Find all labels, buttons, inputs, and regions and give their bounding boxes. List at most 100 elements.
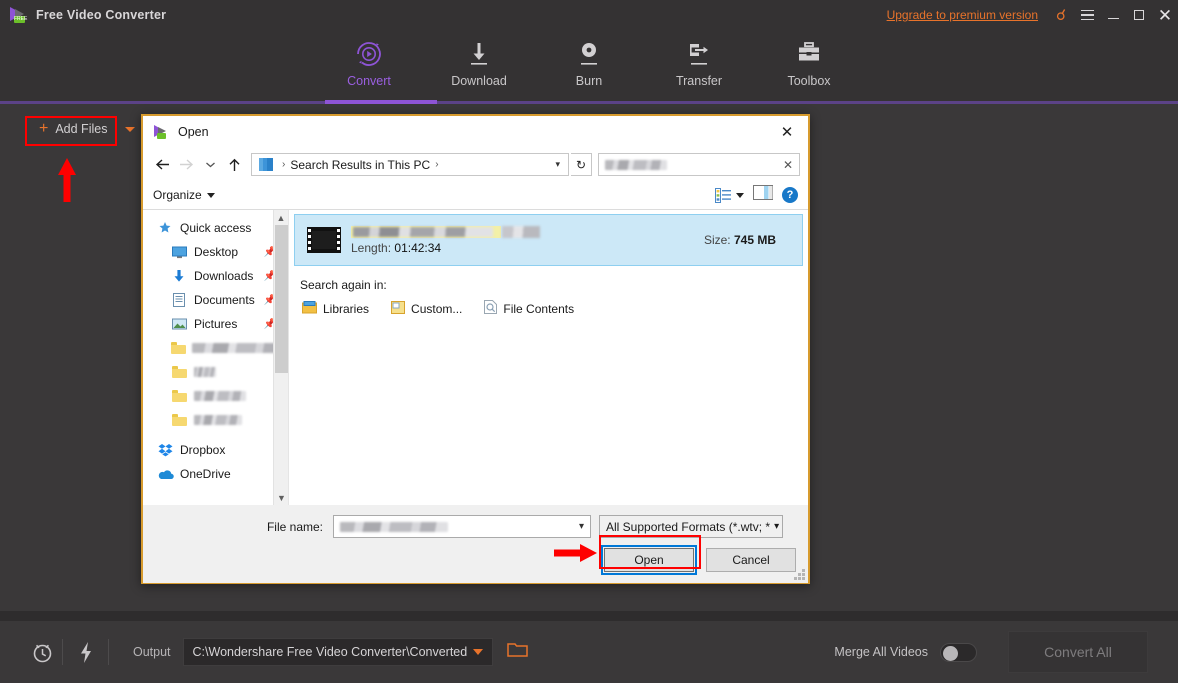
key-icon[interactable]: ☌: [1048, 2, 1074, 28]
minimize-button[interactable]: [1100, 2, 1126, 28]
folder-icon: [169, 366, 189, 378]
bottom-divider-2: [108, 639, 109, 665]
close-button[interactable]: ✕: [1152, 2, 1178, 28]
pin-star-icon: [155, 221, 175, 235]
view-options-button[interactable]: [715, 187, 744, 203]
sidebar-label: Dropbox: [180, 443, 226, 457]
recent-locations-button[interactable]: [199, 153, 221, 177]
preview-pane-icon: [753, 185, 773, 200]
merge-all-videos-toggle[interactable]: [940, 642, 977, 662]
address-bar[interactable]: › Search Results in This PC › ▾: [251, 153, 569, 176]
convert-all-button[interactable]: Convert All: [1008, 631, 1148, 673]
burn-icon: [574, 36, 604, 72]
breadcrumb-separator-2: ›: [435, 159, 439, 170]
sidebar-item-folder-4[interactable]: [143, 408, 288, 432]
preview-pane-button[interactable]: [753, 185, 773, 205]
file-length-value: 01:42:34: [394, 240, 442, 255]
search-again-label-text: Custom...: [411, 301, 463, 316]
dialog-title-bar: Open ✕: [143, 116, 808, 148]
file-type-filter-select[interactable]: All Supported Formats (*.wtv; * ▾: [599, 515, 783, 538]
address-chevron-down-icon[interactable]: ▾: [555, 159, 564, 170]
sidebar-label: Desktop: [194, 245, 239, 259]
nav-tab-burn[interactable]: Burn: [534, 30, 644, 88]
back-button[interactable]: [151, 153, 173, 177]
file-contents-icon: [484, 300, 498, 317]
output-path-value: C:\Wondershare Free Video Converter\Conv…: [192, 645, 468, 659]
open-folder-icon[interactable]: [506, 641, 529, 664]
dialog-open-button[interactable]: Open: [601, 545, 697, 575]
sidebar-item-quick-access[interactable]: Quick access: [143, 216, 288, 240]
search-input[interactable]: ✕: [598, 153, 800, 176]
add-files-button[interactable]: + Add Files: [29, 118, 117, 140]
upgrade-link[interactable]: Upgrade to premium version: [887, 8, 1038, 22]
nav-tab-download[interactable]: Download: [424, 30, 534, 88]
maximize-button[interactable]: [1126, 2, 1152, 28]
menu-icon[interactable]: [1074, 2, 1100, 28]
organize-label: Organize: [153, 188, 202, 202]
search-again-label: Search again in:: [300, 278, 387, 292]
plus-icon: +: [39, 120, 49, 137]
search-again-label-text: Libraries: [323, 301, 370, 316]
scroll-up-icon[interactable]: ▲: [274, 210, 288, 225]
dialog-cancel-button[interactable]: Cancel: [706, 548, 796, 572]
dialog-body: Quick access Desktop 📌 Downloads 📌 Docum…: [143, 210, 808, 505]
annotation-arrow-open-button: [554, 544, 597, 562]
sidebar-label-blurred: [194, 415, 242, 425]
sidebar-item-documents[interactable]: Documents 📌: [143, 288, 288, 312]
folder-icon: [169, 414, 189, 426]
forward-button[interactable]: [175, 153, 197, 177]
scroll-down-icon[interactable]: ▼: [274, 490, 288, 505]
sidebar-item-desktop[interactable]: Desktop 📌: [143, 240, 288, 264]
help-button[interactable]: ?: [782, 187, 798, 203]
toolbox-icon: [794, 36, 824, 72]
add-files-group: + Add Files: [29, 118, 136, 140]
sidebar-label-blurred: [194, 367, 216, 377]
open-file-dialog: Open ✕ › Search Results in This PC › ▾ ↻…: [141, 114, 810, 584]
nav-label-transfer: Transfer: [675, 74, 723, 88]
sidebar-label-blurred: [194, 391, 246, 401]
sidebar-item-dropbox[interactable]: Dropbox: [143, 438, 288, 462]
organize-button[interactable]: Organize: [153, 188, 215, 202]
sidebar-item-downloads[interactable]: Downloads 📌: [143, 264, 288, 288]
add-files-dropdown-icon[interactable]: [125, 126, 136, 132]
breadcrumb[interactable]: Search Results in This PC: [290, 158, 430, 172]
scrollbar-thumb[interactable]: [275, 225, 288, 373]
video-file-icon: [307, 227, 341, 253]
sidebar-label: Pictures: [194, 317, 238, 331]
search-input-value-blurred: [605, 159, 667, 170]
scheduler-clock-icon[interactable]: [22, 641, 62, 664]
nav-tab-transfer[interactable]: Transfer: [644, 30, 754, 88]
search-again-custom[interactable]: Custom...: [391, 300, 463, 317]
file-type-chevron-down-icon: ▾: [774, 521, 780, 532]
file-extension-blurred: [502, 225, 540, 238]
nav-tab-convert[interactable]: Convert: [314, 30, 424, 88]
sidebar-item-folder-2[interactable]: [143, 360, 288, 384]
sidebar-scrollbar[interactable]: ▲ ▼: [273, 210, 288, 505]
file-result-row[interactable]: Length: 01:42:34 Size: 745 MB: [294, 214, 803, 266]
refresh-button[interactable]: ↻: [571, 153, 592, 176]
sidebar-item-onedrive[interactable]: OneDrive: [143, 462, 288, 486]
sidebar-label: Documents: [194, 293, 255, 307]
merge-all-videos-label: Merge All Videos: [834, 645, 928, 659]
nav-tab-toolbox[interactable]: Toolbox: [754, 30, 864, 88]
hardware-acceleration-icon[interactable]: [63, 641, 108, 664]
sidebar-item-pictures[interactable]: Pictures 📌: [143, 312, 288, 336]
app-logo-badge: FREE: [14, 16, 28, 23]
downloads-icon: [169, 269, 189, 283]
search-again-libraries[interactable]: Libraries: [302, 300, 370, 317]
dialog-close-button[interactable]: ✕: [766, 117, 808, 147]
sidebar-item-folder-1[interactable]: [143, 336, 288, 360]
file-name-input[interactable]: ▾: [333, 515, 591, 538]
nav-label-burn: Burn: [575, 74, 603, 88]
dialog-results-pane: Length: 01:42:34 Size: 745 MB Search aga…: [288, 210, 808, 505]
file-name-chevron-down-icon[interactable]: ▾: [579, 521, 584, 532]
up-button[interactable]: [223, 153, 245, 177]
file-name-label: File name:: [266, 519, 323, 534]
search-again-file-contents[interactable]: File Contents: [484, 300, 574, 317]
sidebar-item-folder-3[interactable]: [143, 384, 288, 408]
clear-search-icon[interactable]: ✕: [783, 158, 793, 172]
download-icon: [464, 36, 494, 72]
resize-grip[interactable]: [793, 568, 805, 580]
output-path-select[interactable]: C:\Wondershare Free Video Converter\Conv…: [182, 638, 493, 666]
desktop-icon: [169, 246, 189, 259]
